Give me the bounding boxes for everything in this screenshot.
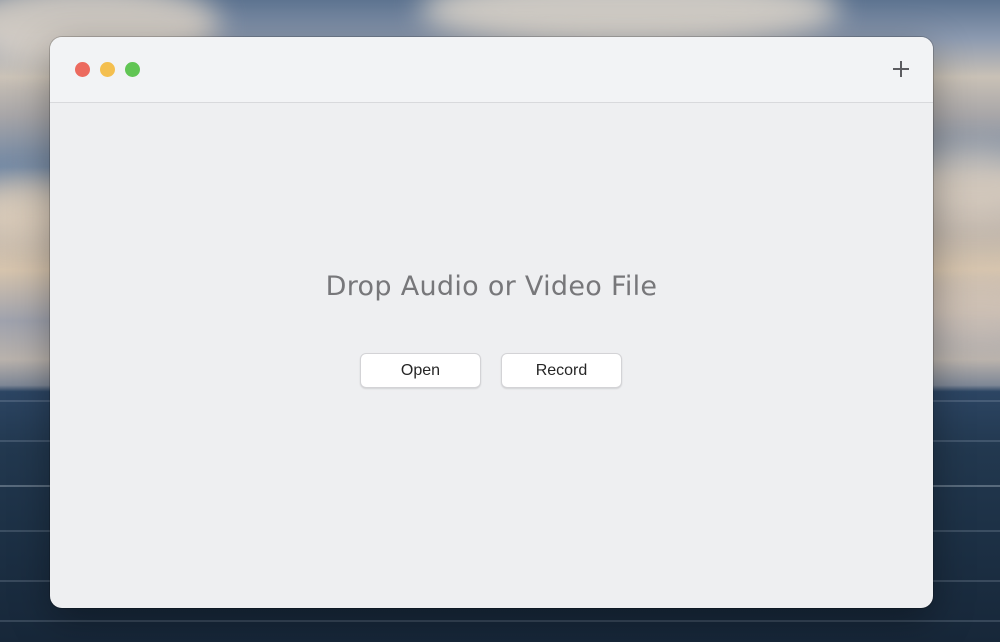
minimize-window-button[interactable] (100, 62, 115, 77)
close-window-button[interactable] (75, 62, 90, 77)
app-window: Drop Audio or Video File Open Record (50, 37, 933, 608)
desktop-wallpaper: Drop Audio or Video File Open Record (0, 0, 1000, 642)
zoom-window-button[interactable] (125, 62, 140, 77)
record-button[interactable]: Record (501, 353, 622, 388)
drop-zone[interactable]: Drop Audio or Video File Open Record (50, 103, 933, 608)
title-bar[interactable] (50, 37, 933, 103)
open-button[interactable]: Open (360, 353, 481, 388)
wave (0, 620, 1000, 622)
drop-title: Drop Audio or Video File (325, 271, 658, 302)
plus-icon[interactable] (889, 57, 913, 81)
